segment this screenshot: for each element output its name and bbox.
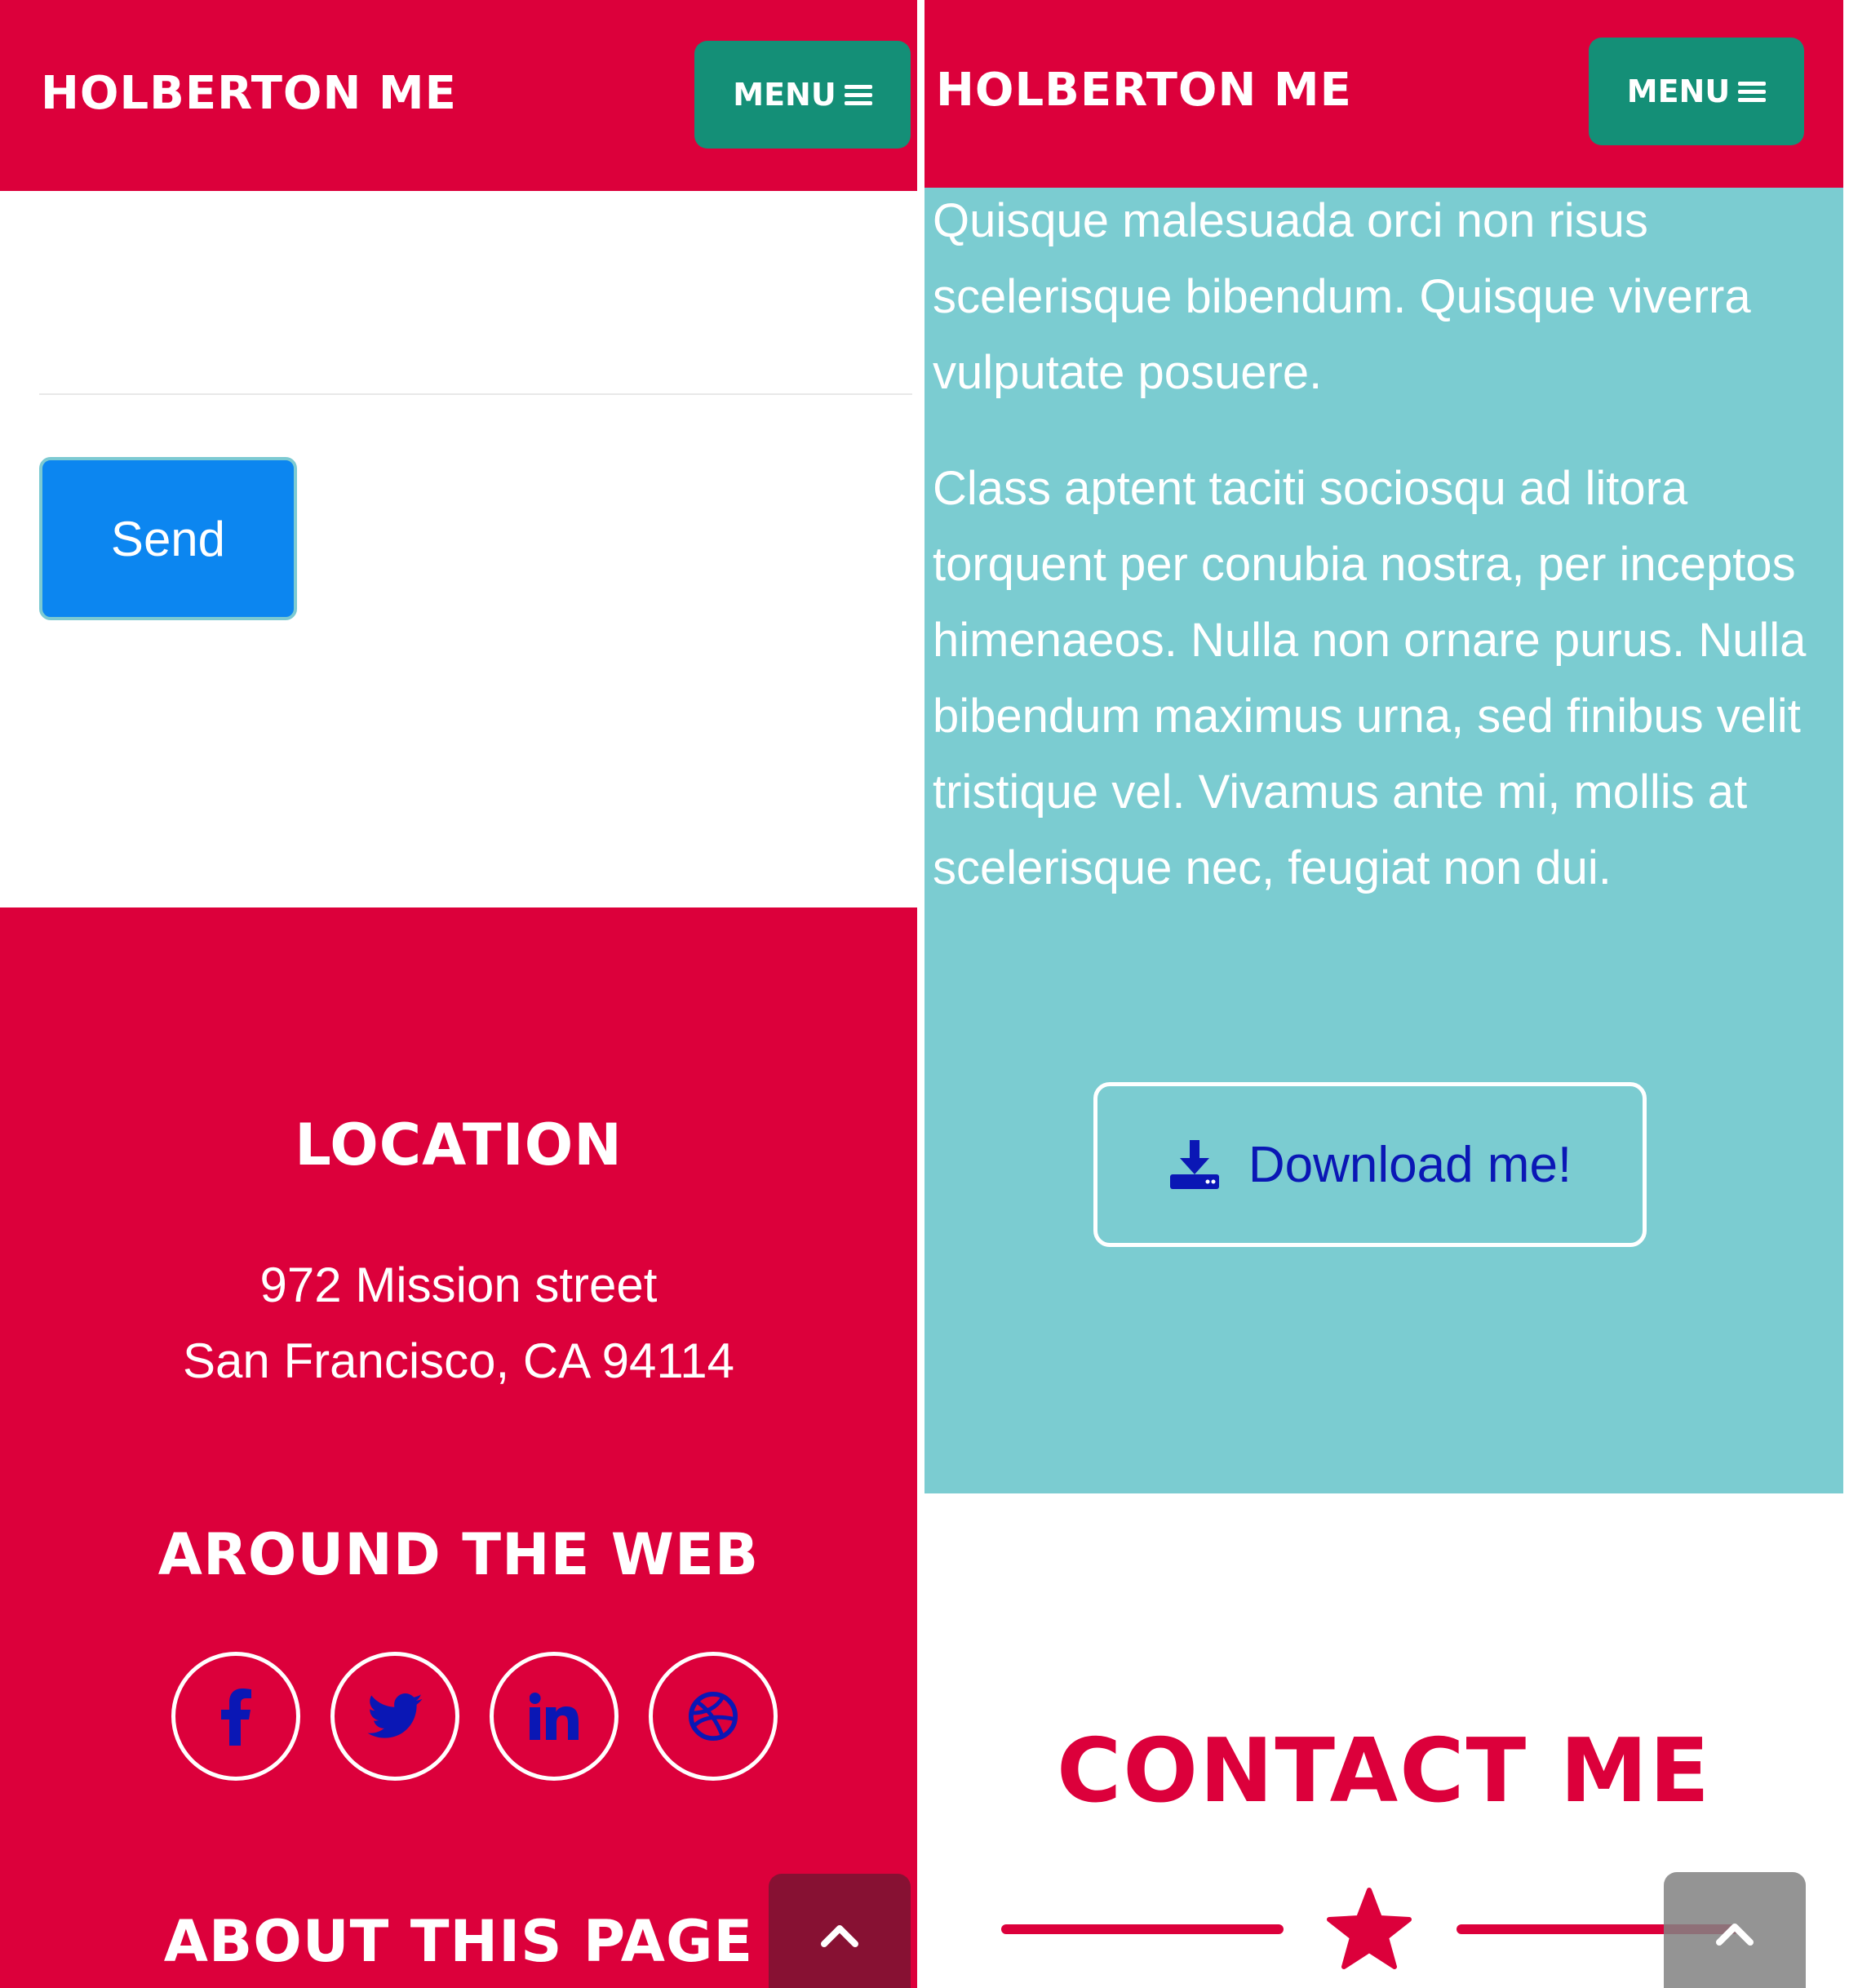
download-button-label: Download me! — [1248, 1136, 1572, 1193]
twitter-link[interactable] — [330, 1652, 459, 1781]
about-paragraph-1: Quisque malesuada orci non risus sceleri… — [933, 194, 1751, 399]
navbar: HOLBERTON ME MENU — [0, 0, 917, 191]
left-screenshot-panel: HOLBERTON ME MENU Send LOCATION 972 Miss… — [0, 0, 917, 1988]
linkedin-link[interactable] — [490, 1652, 619, 1781]
bars-icon — [844, 81, 872, 109]
footer: LOCATION 972 Mission street San Francisc… — [0, 907, 917, 1988]
chevron-up-icon — [821, 1925, 858, 1947]
download-button[interactable]: Download me! — [1093, 1082, 1647, 1247]
menu-button-label: MENU — [733, 77, 836, 113]
dribbble-link[interactable] — [649, 1652, 778, 1781]
dribbble-icon — [688, 1691, 738, 1742]
download-icon — [1169, 1140, 1219, 1189]
star-icon — [1327, 1888, 1412, 1969]
contact-heading: CONTACT ME — [1056, 1720, 1712, 1822]
address-line-1: 972 Mission street — [259, 1258, 658, 1312]
facebook-icon — [221, 1688, 251, 1746]
facebook-link[interactable] — [171, 1652, 300, 1781]
scroll-to-top-button[interactable] — [1664, 1872, 1806, 1988]
send-button[interactable]: Send — [39, 457, 297, 620]
menu-button[interactable]: MENU — [1589, 38, 1804, 145]
chevron-up-icon — [1716, 1924, 1754, 1946]
twitter-icon — [367, 1693, 423, 1738]
menu-button-label: MENU — [1626, 73, 1731, 109]
about-section: Quisque malesuada orci non risus sceleri… — [924, 188, 1843, 1493]
linkedin-icon — [530, 1693, 579, 1740]
navbar: HOLBERTON ME MENU — [924, 0, 1843, 188]
brand-logo[interactable]: HOLBERTON ME — [41, 67, 457, 120]
about-paragraph-2: Class aptent taciti sociosqu ad litora t… — [933, 462, 1807, 894]
brand-logo[interactable]: HOLBERTON ME — [936, 64, 1352, 117]
menu-button[interactable]: MENU — [694, 41, 911, 149]
right-screenshot-panel: HOLBERTON ME MENU Quisque malesuada orci… — [924, 0, 1843, 1988]
message-field-underline[interactable] — [39, 393, 912, 395]
address-line-2: San Francisco, CA 94114 — [183, 1333, 734, 1388]
location-heading: LOCATION — [295, 1112, 623, 1178]
bars-icon — [1738, 78, 1767, 106]
panel-divider — [917, 0, 924, 1988]
divider-line-left — [1001, 1924, 1284, 1934]
scroll-to-top-button[interactable] — [769, 1874, 911, 1988]
around-the-web-heading: AROUND THE WEB — [157, 1521, 760, 1588]
